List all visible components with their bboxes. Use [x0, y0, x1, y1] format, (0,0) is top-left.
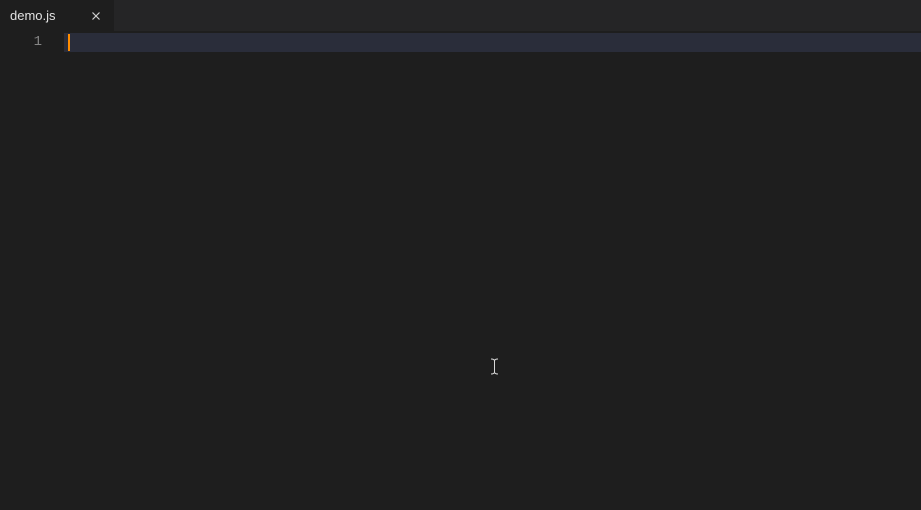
line-number-gutter: 1: [0, 31, 64, 510]
close-icon[interactable]: [88, 8, 104, 24]
tab-demo-js[interactable]: demo.js: [0, 0, 115, 31]
code-area[interactable]: [64, 31, 921, 510]
line-number: 1: [0, 33, 42, 52]
editor-cursor: [68, 34, 70, 51]
editor-area: 1: [0, 31, 921, 510]
code-line: [64, 33, 921, 52]
tab-label: demo.js: [10, 8, 80, 23]
tab-bar: demo.js: [0, 0, 921, 31]
